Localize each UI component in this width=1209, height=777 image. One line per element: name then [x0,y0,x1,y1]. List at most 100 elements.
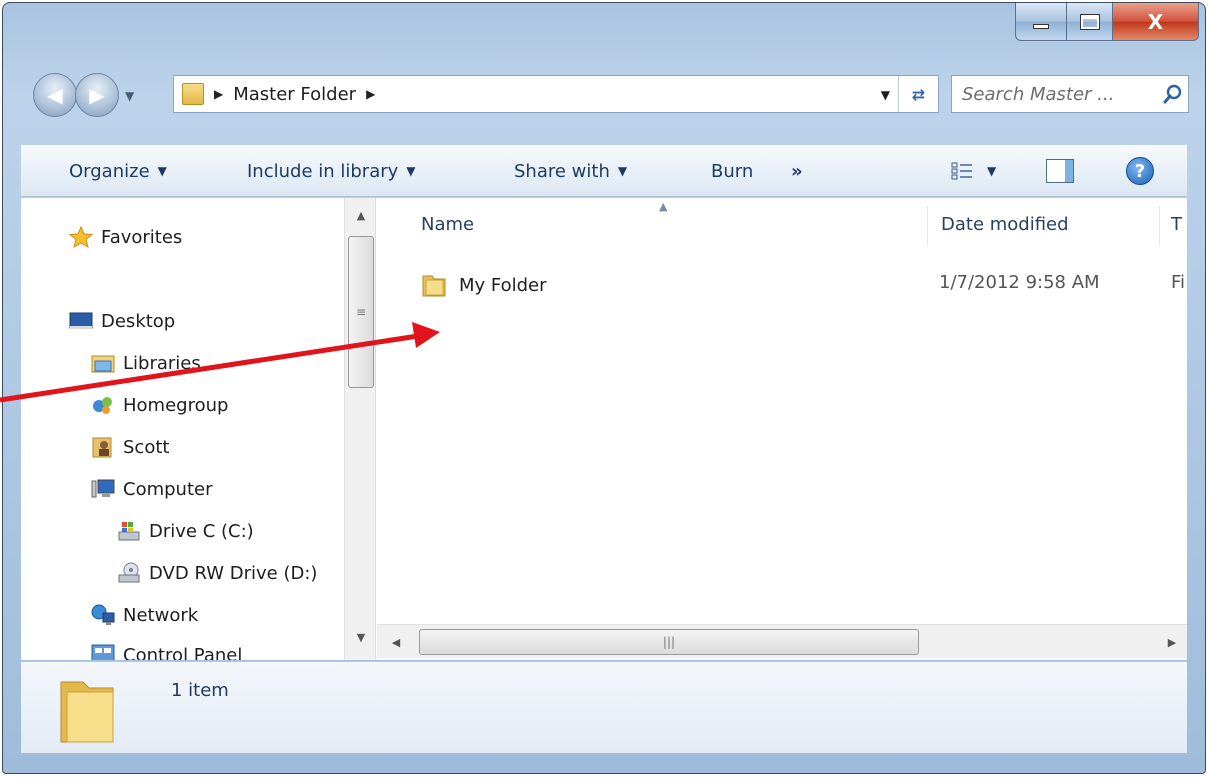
sidebar-vertical-scrollbar[interactable]: ▲ ≡ ▼ [344,198,375,660]
organize-label: Organize [69,160,150,182]
sidebar-item-network[interactable]: Network [91,604,198,626]
sidebar-item-label: Favorites [101,226,183,248]
sidebar-item-label: Computer [123,478,213,500]
chevron-down-icon: ▼ [406,164,416,178]
preview-pane-button[interactable] [1046,159,1074,183]
address-history-dropdown[interactable]: ▼ [881,88,890,102]
user-folder-icon [92,437,112,458]
sidebar-item-label: Drive C (C:) [149,520,254,542]
file-list-horizontal-scrollbar[interactable]: ◀ ||| ▶ [377,624,1187,658]
network-icon [91,604,115,625]
desktop-icon [69,312,93,329]
file-date-modified: 1/7/2012 9:58 AM [939,272,1100,293]
change-view-button[interactable]: ▼ [951,161,996,181]
view-details-icon [951,162,972,180]
sidebar-item-homegroup[interactable]: Homegroup [91,394,228,416]
search-icon[interactable] [1158,79,1188,109]
sidebar-item-computer[interactable]: Computer [91,478,212,500]
chevron-down-icon: ▼ [987,164,997,178]
column-divider[interactable] [927,206,928,246]
command-bar: Organize ▼ Include in library ▼ Share wi… [21,145,1187,197]
forward-arrow-icon: ▶ [89,83,105,107]
chevron-down-icon: ▼ [125,89,135,103]
content-area: Favorites Desktop Libraries Homegroup Sc… [21,198,1187,660]
burn-button[interactable]: Burn [711,161,753,182]
minimize-icon [1033,24,1049,29]
computer-icon [91,479,115,498]
sidebar-item-label: DVD RW Drive (D:) [149,562,318,584]
address-bar[interactable]: ▶ Master Folder ▶ ▼ ⇄ [173,75,939,113]
sidebar-item-label: Network [123,604,199,626]
organize-menu[interactable]: Organize ▼ [69,161,167,182]
close-button[interactable]: X [1113,3,1199,41]
sidebar-item-scott[interactable]: Scott [91,436,169,458]
file-name-label: My Folder [459,274,547,296]
share-with-menu[interactable]: Share with ▼ [514,161,627,182]
sidebar-item-label: Control Panel [123,644,243,661]
item-count: 1 item [171,680,229,701]
scrollbar-thumb[interactable]: ||| [419,629,919,655]
table-row[interactable]: My Folder 1/7/2012 9:58 AM Fi [377,268,1187,302]
sort-ascending-icon: ▲ [659,200,668,213]
sidebar-item-favorites[interactable]: Favorites [69,226,182,248]
sidebar-item-label: Homegroup [123,394,229,416]
search-box[interactable] [951,75,1189,113]
file-list-pane: ▲ Name Date modified T My Folder 1/7/201… [377,198,1187,660]
include-in-library-label: Include in library [247,160,399,182]
sidebar-item-dvd-drive[interactable]: DVD RW Drive (D:) [117,562,317,584]
scroll-left-icon[interactable]: ◀ [381,625,411,659]
column-divider[interactable] [1159,206,1160,246]
dvd-drive-icon [118,562,140,583]
libraries-icon [91,355,115,373]
maximize-icon [1079,13,1100,30]
navigation-bar: ◀ ▶ ▼ ▶ Master Folder ▶ ▼ ⇄ [33,65,1189,117]
sidebar-item-desktop[interactable]: Desktop [69,310,175,332]
chevron-down-icon: ▼ [157,164,167,178]
control-panel-icon [91,644,115,660]
burn-label: Burn [711,160,754,182]
column-header-name[interactable]: Name [421,214,474,235]
explorer-window: X ◀ ▶ ▼ ▶ Master Folder ▶ ▼ ⇄ Search Mas… [2,2,1206,774]
help-icon[interactable]: ? [1126,157,1154,185]
sidebar-item-drive-c[interactable]: Drive C (C:) [117,520,254,542]
more-commands-label: » [791,160,803,182]
column-header-type[interactable]: T [1171,214,1182,235]
scroll-down-icon[interactable]: ▼ [345,622,375,652]
back-button[interactable]: ◀ [33,73,77,117]
refresh-button[interactable]: ⇄ [898,76,938,112]
column-header-date-modified[interactable]: Date modified [941,214,1069,235]
homegroup-icon [93,397,112,414]
maximize-button[interactable] [1067,3,1113,41]
include-in-library-menu[interactable]: Include in library ▼ [247,161,416,182]
recent-pages-button[interactable]: ▼ [125,89,134,103]
sidebar-item-libraries[interactable]: Libraries [91,352,201,374]
chevron-down-icon: ▼ [617,164,628,178]
star-icon [69,226,93,248]
breadcrumb-master-folder[interactable]: Master Folder [233,84,356,105]
sidebar-item-label: Scott [123,436,170,458]
caption-buttons: X [1015,3,1199,43]
sidebar-item-label: Libraries [123,352,201,374]
more-commands-button[interactable]: » [791,161,803,182]
navigation-pane: Favorites Desktop Libraries Homegroup Sc… [21,198,376,660]
file-type: Fi [1171,272,1186,293]
details-pane: 1 item [21,661,1187,753]
close-icon: X [1147,9,1164,34]
scrollbar-thumb[interactable]: ≡ [348,236,374,388]
file-name-cell[interactable]: My Folder [421,272,547,298]
breadcrumb-separator-icon[interactable]: ▶ [214,87,223,101]
scroll-up-icon[interactable]: ▲ [345,200,375,230]
breadcrumb-separator-icon[interactable]: ▶ [366,87,375,101]
sidebar-item-label: Desktop [101,310,176,332]
column-headers: ▲ Name Date modified T [377,198,1187,254]
drive-icon [118,522,140,541]
minimize-button[interactable] [1015,3,1067,41]
folder-icon [60,681,114,743]
search-input[interactable] [952,83,1158,105]
sidebar-item-control-panel[interactable]: Control Panel [91,644,242,660]
share-with-label: Share with [514,160,610,182]
scroll-right-icon[interactable]: ▶ [1157,625,1187,659]
refresh-icon: ⇄ [911,84,926,104]
forward-button[interactable]: ▶ [75,73,119,117]
folder-icon [182,83,204,105]
